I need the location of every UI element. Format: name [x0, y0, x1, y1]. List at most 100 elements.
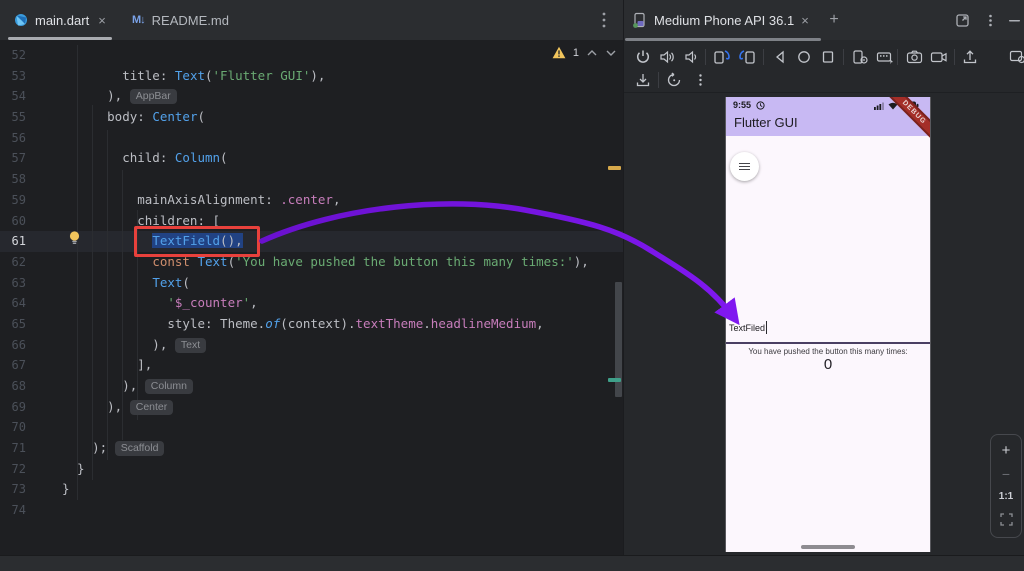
line-number: 53: [11, 68, 26, 83]
warning-count: 1: [572, 46, 579, 59]
hide-panel-icon[interactable]: [1004, 10, 1024, 30]
line-number: 64: [11, 296, 26, 311]
device-explorer-icon[interactable]: [1008, 47, 1024, 67]
status-bar-time: 9:55: [733, 100, 752, 110]
volume-down-icon[interactable]: [681, 47, 701, 67]
line-number: 55: [11, 110, 26, 125]
inlay-hint: Center: [129, 399, 174, 415]
line-number: 72: [11, 461, 26, 476]
overview-icon[interactable]: [818, 47, 838, 67]
toolbar-divider: [954, 49, 955, 65]
code-editor[interactable]: 52 53 54 55 56 57 58 59 60 61 62 63 64 65 66 67 68 69 70 71…: [0, 40, 623, 555]
upload-icon[interactable]: [960, 47, 980, 67]
line-number: 60: [11, 213, 26, 228]
new-device-tab-button[interactable]: +: [824, 10, 844, 30]
rotate-right-icon[interactable]: [737, 47, 757, 67]
power-icon[interactable]: [633, 47, 653, 67]
gesture-navigation-bar[interactable]: [801, 545, 855, 549]
reset-icon[interactable]: [664, 70, 684, 90]
toolbar-divider: [843, 49, 844, 65]
text-cursor: [766, 321, 767, 334]
line-number: 59: [11, 192, 26, 207]
close-tab-icon[interactable]: ×: [98, 13, 106, 28]
tab-main-dart[interactable]: main.dart ×: [4, 0, 116, 40]
screenshot-icon[interactable]: [904, 47, 924, 67]
tab-readme-md[interactable]: M↓ README.md: [122, 0, 239, 40]
line-number: 65: [11, 316, 26, 331]
dart-file-icon: [15, 14, 27, 26]
line-number: 58: [11, 172, 26, 187]
signal-icon: [874, 102, 884, 110]
line-number: 71: [11, 441, 26, 456]
volume-up-icon[interactable]: [657, 47, 677, 67]
back-icon[interactable]: [770, 47, 790, 67]
menu-fab-button[interactable]: [730, 152, 759, 181]
virtual-input-icon[interactable]: [875, 47, 895, 67]
ide-window: main.dart × M↓ README.md 52 53 54 55 56 57 58 5…: [0, 0, 1024, 571]
code-line: ), AppBar: [62, 86, 589, 107]
rotate-left-icon[interactable]: [712, 47, 732, 67]
zoom-out-button[interactable]: −: [991, 466, 1021, 482]
device-phone-icon: [633, 12, 645, 28]
tab-label: main.dart: [35, 12, 90, 28]
code-line: ],: [62, 357, 153, 373]
warning-triangle-icon: [552, 46, 566, 59]
toolbar-kebab-menu-icon[interactable]: [690, 70, 710, 90]
editor-options-kebab-icon[interactable]: [596, 10, 612, 30]
line-number: 52: [11, 48, 26, 62]
screen-record-icon[interactable]: [929, 47, 949, 67]
zoom-in-button[interactable]: +: [991, 442, 1021, 459]
code-line: ), Center: [62, 397, 589, 418]
close-tab-icon[interactable]: ×: [801, 13, 809, 28]
textfield-underline: [726, 342, 930, 344]
code-line: }: [62, 460, 85, 476]
line-number: 57: [11, 151, 26, 166]
panel-kebab-menu-icon[interactable]: [980, 10, 1000, 30]
editor-tab-strip: main.dart × M↓ README.md: [0, 0, 623, 40]
hamburger-icon: [739, 162, 750, 172]
prev-warning-chevron-icon[interactable]: [586, 49, 598, 57]
app-bar-title: Flutter GUI: [734, 115, 798, 130]
code-line: style: Theme.of(context).textTheme.headl…: [62, 315, 544, 331]
inlay-hint: Text: [174, 337, 207, 353]
device-tab-label: Medium Phone API 36.1: [654, 12, 795, 28]
inlay-hint: AppBar: [129, 89, 177, 105]
code-line: Text(: [152, 274, 190, 290]
inlay-hint: Column: [144, 379, 193, 394]
install-icon[interactable]: [633, 70, 653, 90]
next-warning-chevron-icon[interactable]: [605, 49, 617, 57]
device-settings-icon[interactable]: [850, 47, 870, 67]
code-line: mainAxisAlignment: .center,: [62, 191, 341, 207]
open-in-window-icon[interactable]: [952, 10, 972, 30]
fit-to-window-icon[interactable]: [991, 513, 1021, 526]
code-line: ), Column: [62, 376, 589, 397]
warning-stripe-mark[interactable]: [608, 166, 621, 170]
line-number: 69: [11, 399, 26, 414]
red-highlight-box: [134, 226, 260, 257]
line-number: 74: [11, 503, 26, 518]
info-stripe-mark[interactable]: [608, 378, 621, 382]
home-icon[interactable]: [794, 47, 814, 67]
line-number: 68: [11, 379, 26, 393]
emulator-screen[interactable]: 9:55 Flutter GUI DEBUG TextFiled You hav…: [725, 97, 931, 552]
line-number: 67: [11, 358, 26, 373]
inspection-widget[interactable]: 1: [552, 46, 617, 59]
emulator-toolbar: [624, 40, 1024, 93]
toolbar-divider: [658, 72, 659, 88]
zoom-ratio-button[interactable]: 1:1: [991, 491, 1021, 502]
inlay-hint: Scaffold: [114, 441, 165, 457]
textfield-input[interactable]: TextFiled: [729, 323, 765, 333]
code-line: '$_counter',: [167, 295, 258, 311]
device-tab[interactable]: Medium Phone API 36.1 ×: [632, 0, 809, 40]
lightbulb-icon[interactable]: [67, 230, 82, 246]
running-devices-panel: Medium Phone API 36.1 × + 9:55 Flutter G…: [623, 0, 1024, 555]
line-number: 56: [11, 130, 26, 145]
toolbar-divider: [897, 49, 898, 65]
toolbar-divider: [705, 49, 706, 65]
panel-header: Medium Phone API 36.1 × +: [624, 0, 1024, 41]
ide-status-bar: [0, 555, 1024, 571]
